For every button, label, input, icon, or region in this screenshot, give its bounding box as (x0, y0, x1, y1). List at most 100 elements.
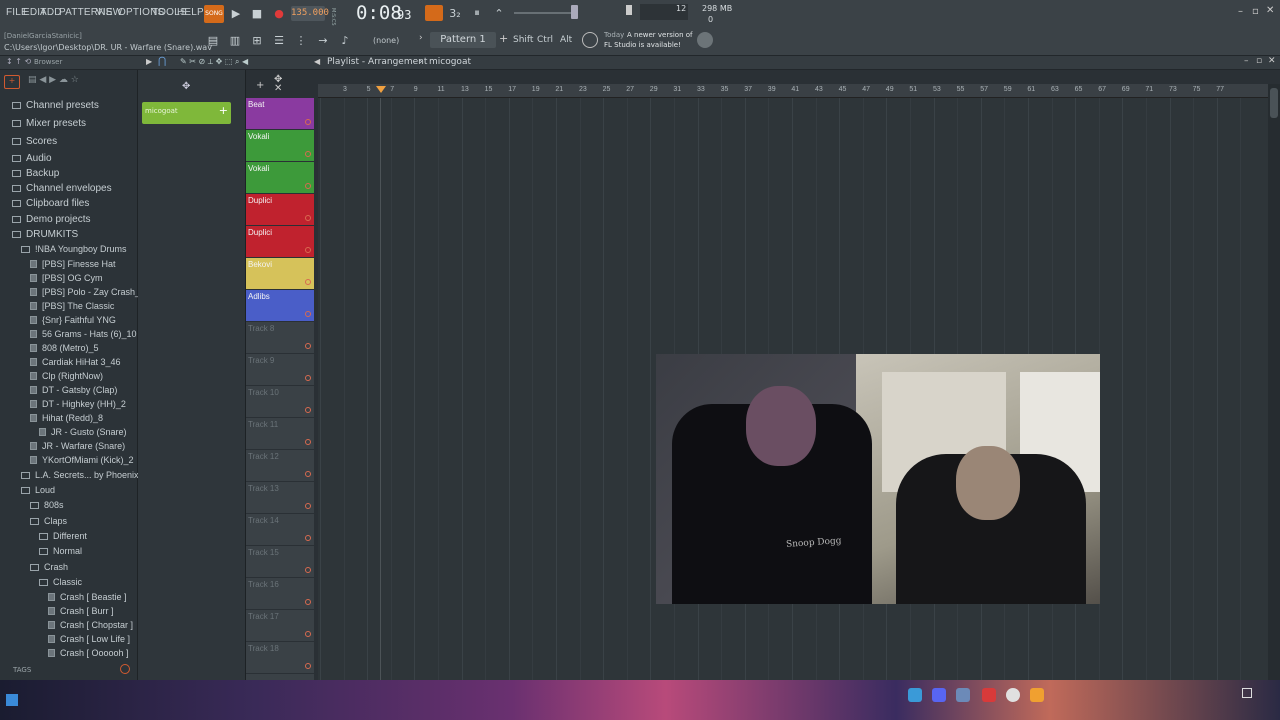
wait-icon[interactable]: ⏸ (469, 5, 485, 21)
browser-file-item[interactable]: [PBS] The Classic (30, 299, 114, 313)
browser-folder-item[interactable]: Crash (30, 560, 68, 574)
track-header[interactable]: Track 12 (246, 450, 314, 482)
browser-file-item[interactable]: Crash [ Burr ] (48, 604, 114, 618)
track-mute-icon[interactable] (305, 567, 311, 573)
track-header[interactable]: Track 16 (246, 578, 314, 610)
menu-help[interactable]: HELP (177, 7, 204, 18)
browser-folder-item[interactable]: L.A. Secrets... by Phoenix) (21, 468, 142, 482)
track-header[interactable]: Beat (246, 98, 314, 130)
channel-rack-icon[interactable]: ⊞ (249, 32, 265, 48)
track-mute-icon[interactable] (305, 439, 311, 445)
track-header[interactable]: Track 15 (246, 546, 314, 578)
minimize-icon[interactable]: – (1238, 6, 1243, 17)
browser-file-item[interactable]: Crash [ Low Life ] (48, 632, 130, 646)
track-header[interactable]: Bekovi (246, 258, 314, 290)
track-header[interactable]: Track 13 (246, 482, 314, 514)
master-volume-slider[interactable] (514, 12, 578, 14)
add-icon[interactable]: + (219, 104, 228, 117)
fl-studio-icon[interactable] (1030, 688, 1044, 702)
move-icon[interactable]: ✥ (274, 74, 282, 85)
app-icon[interactable] (956, 688, 970, 702)
playlist-nav-icon[interactable]: ◀ (314, 57, 320, 66)
modifier-shift[interactable]: Shift (513, 35, 533, 45)
close-icon[interactable]: ✕ (1266, 5, 1274, 16)
track-header[interactable]: Track 17 (246, 610, 314, 642)
news-line-2[interactable]: FL Studio is available! (604, 41, 681, 49)
track-header[interactable]: Track 10 (246, 386, 314, 418)
track-mute-icon[interactable] (305, 215, 311, 221)
track-mute-icon[interactable] (305, 471, 311, 477)
browser-search-icon[interactable] (120, 664, 130, 674)
stop-icon[interactable]: ■ (249, 5, 265, 21)
browser-folder-item[interactable]: Loud (21, 483, 55, 497)
play-icon[interactable]: ▶ (228, 5, 244, 21)
browser-folder-item[interactable]: Scores (12, 134, 57, 148)
modifier-ctrl[interactable]: Ctrl (537, 35, 553, 45)
browser-folder-item[interactable]: Channel envelopes (12, 181, 112, 195)
track-mute-icon[interactable] (305, 279, 311, 285)
track-header[interactable]: Vokali (246, 130, 314, 162)
track-header[interactable]: Track 8 (246, 322, 314, 354)
track-header[interactable]: Track 18 (246, 642, 314, 674)
track-mute-icon[interactable] (305, 503, 311, 509)
browser-file-item[interactable]: [PBS] OG Cym (30, 271, 103, 285)
browser-file-item[interactable]: Crash [ Chopstar ] (48, 618, 133, 632)
edge-icon[interactable] (908, 688, 922, 702)
mixer-icon[interactable]: ☰ (271, 32, 287, 48)
news-line[interactable]: A newer version of (627, 31, 693, 39)
browser-file-item[interactable]: YKortOfMiami (Kick)_2 (30, 453, 134, 467)
tempo-display[interactable]: 135.000 (291, 6, 329, 21)
browser-file-item[interactable]: Crash [ Oooooh ] (48, 646, 129, 660)
vertical-scrollbar[interactable] (1268, 84, 1280, 680)
plugin-icon[interactable]: → (315, 32, 331, 48)
tray-icon[interactable] (1242, 688, 1252, 698)
browser-arrows-icon[interactable]: ↕ ↑ ⟲ (6, 57, 31, 66)
browser-folder-item[interactable]: Clipboard files (12, 196, 89, 210)
pattern-song-toggle[interactable] (425, 5, 443, 21)
track-mute-icon[interactable] (305, 663, 311, 669)
browser-folder-item[interactable]: Different (39, 529, 87, 543)
pattern-clip[interactable]: micogoat + (142, 102, 231, 124)
browser-folder-item[interactable]: 808s (30, 498, 64, 512)
pattern-selector[interactable]: Pattern 1 (430, 32, 496, 48)
track-mute-icon[interactable] (305, 375, 311, 381)
track-mute-icon[interactable] (305, 247, 311, 253)
browser-file-item[interactable]: Clp (RightNow) (30, 369, 103, 383)
track-mute-icon[interactable] (305, 151, 311, 157)
record-icon[interactable]: ● (271, 5, 287, 21)
browser-file-item[interactable]: JR - Warfare (Snare) (30, 439, 125, 453)
song-mode-button[interactable]: SONG (204, 5, 224, 23)
discord-icon[interactable] (932, 688, 946, 702)
start-icon[interactable] (6, 694, 18, 706)
browser-file-item[interactable]: Crash [ Beastie ] (48, 590, 127, 604)
browser-folder-item[interactable]: !NBA Youngboy Drums (21, 242, 127, 256)
pattern-prev-icon[interactable]: › (419, 33, 427, 47)
track-mute-icon[interactable] (305, 535, 311, 541)
browser-file-item[interactable]: Cardiak HiHat 3_46 (30, 355, 121, 369)
browser-folder-item[interactable]: Backup (12, 166, 59, 180)
maximize-icon[interactable]: ▫ (1252, 6, 1259, 17)
browser-folder-item[interactable]: Audio (12, 151, 52, 165)
browser-file-item[interactable]: 808 (Metro)_5 (30, 341, 99, 355)
track-header[interactable]: Duplici (246, 194, 314, 226)
none-dropdown[interactable]: (none) (373, 36, 399, 45)
track-mute-icon[interactable] (305, 119, 311, 125)
add-pattern-icon[interactable]: + (499, 32, 508, 45)
piano-roll-icon[interactable]: ▥ (227, 32, 243, 48)
browser-file-item[interactable]: 56 Grams - Hats (6)_10 (30, 327, 137, 341)
brave-icon[interactable] (982, 688, 996, 702)
chrome-icon[interactable] (1006, 688, 1020, 702)
scrollbar-thumb[interactable] (1270, 88, 1278, 118)
news-icon[interactable] (582, 32, 598, 48)
track-header[interactable]: Track 14 (246, 514, 314, 546)
browser-folder-item[interactable]: Normal (39, 544, 82, 558)
picker-center-icon[interactable]: ✥ (182, 81, 190, 92)
browser-add-icon[interactable]: + (4, 75, 20, 89)
browser-file-item[interactable]: Hihat (Redd)_8 (30, 411, 103, 425)
track-mute-icon[interactable] (305, 599, 311, 605)
metronome-icon[interactable]: ⌃ (491, 5, 507, 21)
browser-file-item[interactable]: DT - Gatsby (Clap) (30, 383, 117, 397)
track-header[interactable]: Duplici (246, 226, 314, 258)
browser-folder-item[interactable]: Classic (39, 575, 82, 589)
browser-tool-icons[interactable]: ▤ ◀ ▶ ☁ ☆ (28, 75, 79, 85)
